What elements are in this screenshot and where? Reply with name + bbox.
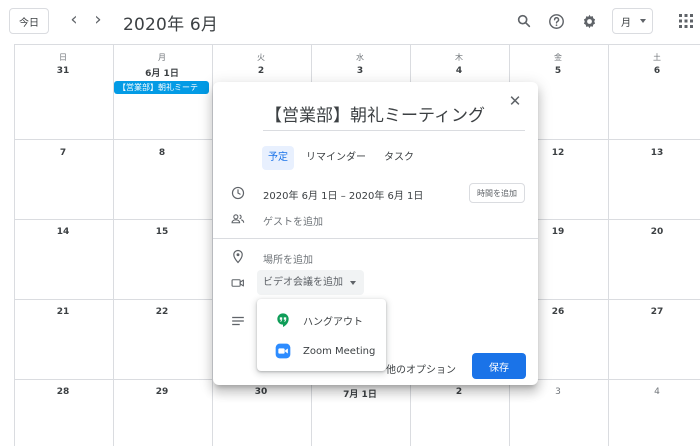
- day-number[interactable]: 2: [212, 66, 310, 76]
- caret-down-icon: [640, 19, 646, 23]
- day-number[interactable]: 30: [212, 387, 310, 397]
- tab-task[interactable]: タスク: [378, 146, 420, 170]
- weekday-label: 月: [158, 53, 166, 62]
- clock-icon: [231, 186, 245, 200]
- month-title: 2020年 6月: [123, 15, 219, 35]
- description-icon: [231, 314, 245, 328]
- chevron-right-icon[interactable]: ›: [88, 10, 108, 32]
- day-number[interactable]: 2: [410, 387, 508, 397]
- day-number[interactable]: 31: [14, 66, 112, 76]
- video-camera-icon: [231, 276, 245, 290]
- help-icon[interactable]: [546, 11, 566, 31]
- search-icon[interactable]: [514, 11, 534, 31]
- day-number[interactable]: 15: [113, 227, 211, 237]
- video-select-label: ビデオ会議を追加: [263, 277, 343, 288]
- day-number[interactable]: 29: [113, 387, 211, 397]
- day-number[interactable]: 28: [14, 387, 112, 397]
- tab-reminder[interactable]: リマインダー: [300, 146, 372, 170]
- weekday-label: 火: [257, 53, 265, 62]
- day-number[interactable]: 7月 1日: [311, 387, 409, 400]
- grid-line: [14, 44, 700, 45]
- day-number[interactable]: 5: [509, 66, 607, 76]
- weekday-label: 木: [455, 53, 463, 62]
- weekday-label: 水: [356, 53, 364, 62]
- menu-item-label: ハングアウト: [303, 316, 363, 328]
- location-input[interactable]: 場所を追加: [263, 251, 313, 266]
- day-number[interactable]: 6月 1日: [113, 66, 211, 79]
- day-number[interactable]: 21: [14, 307, 112, 317]
- weekday-label: 日: [59, 53, 67, 62]
- day-number[interactable]: 13: [608, 148, 700, 158]
- more-options-link[interactable]: 他のオプション: [386, 361, 456, 376]
- zoom-icon: [275, 343, 291, 359]
- today-button[interactable]: 今日: [9, 8, 49, 34]
- day-number[interactable]: 8: [113, 148, 211, 158]
- view-select-label: 月: [621, 17, 631, 29]
- day-number[interactable]: 22: [113, 307, 211, 317]
- date-range[interactable]: 2020年 6月 1日 – 2020年 6月 1日: [263, 187, 423, 202]
- day-number[interactable]: 7: [14, 148, 112, 158]
- day-number[interactable]: 3: [311, 66, 409, 76]
- day-number[interactable]: 20: [608, 227, 700, 237]
- day-number[interactable]: 3: [509, 387, 607, 397]
- save-button[interactable]: 保存: [472, 353, 526, 379]
- tab-event[interactable]: 予定: [262, 146, 294, 170]
- add-time-button[interactable]: 時間を追加: [469, 183, 525, 203]
- menu-item-hangouts[interactable]: ハングアウト: [257, 305, 386, 335]
- gear-icon[interactable]: [579, 11, 599, 31]
- chevron-left-icon[interactable]: ‹: [64, 10, 84, 32]
- day-number[interactable]: 6: [608, 66, 700, 76]
- day-number[interactable]: 4: [410, 66, 508, 76]
- menu-item-zoom[interactable]: Zoom Meeting: [257, 336, 386, 366]
- calendar-header: 今日 ‹ › 2020年 6月 月: [0, 0, 700, 44]
- event-chip[interactable]: 【営業部】朝礼ミーテ: [114, 81, 209, 94]
- divider: [213, 238, 538, 239]
- menu-item-label: Zoom Meeting: [303, 345, 376, 357]
- weekday-label: 土: [653, 53, 661, 62]
- view-select[interactable]: 月: [612, 8, 653, 34]
- grid-line: [608, 44, 609, 446]
- add-video-conference-select[interactable]: ビデオ会議を追加: [257, 270, 364, 295]
- grid-line: [113, 44, 114, 446]
- grid-line: [14, 44, 15, 446]
- event-title-input[interactable]: 【営業部】朝礼ミーティング: [263, 103, 525, 131]
- apps-grid-icon[interactable]: [676, 11, 696, 31]
- weekday-label: 金: [554, 53, 562, 62]
- guest-input[interactable]: ゲストを追加: [263, 213, 323, 228]
- day-number[interactable]: 14: [14, 227, 112, 237]
- day-number[interactable]: 4: [608, 387, 700, 397]
- people-icon: [231, 212, 245, 226]
- video-conference-menu: ハングアウト Zoom Meeting: [257, 299, 386, 371]
- location-pin-icon: [231, 249, 245, 263]
- hangouts-icon: [277, 313, 289, 327]
- day-number[interactable]: 27: [608, 307, 700, 317]
- caret-down-icon: [350, 281, 356, 285]
